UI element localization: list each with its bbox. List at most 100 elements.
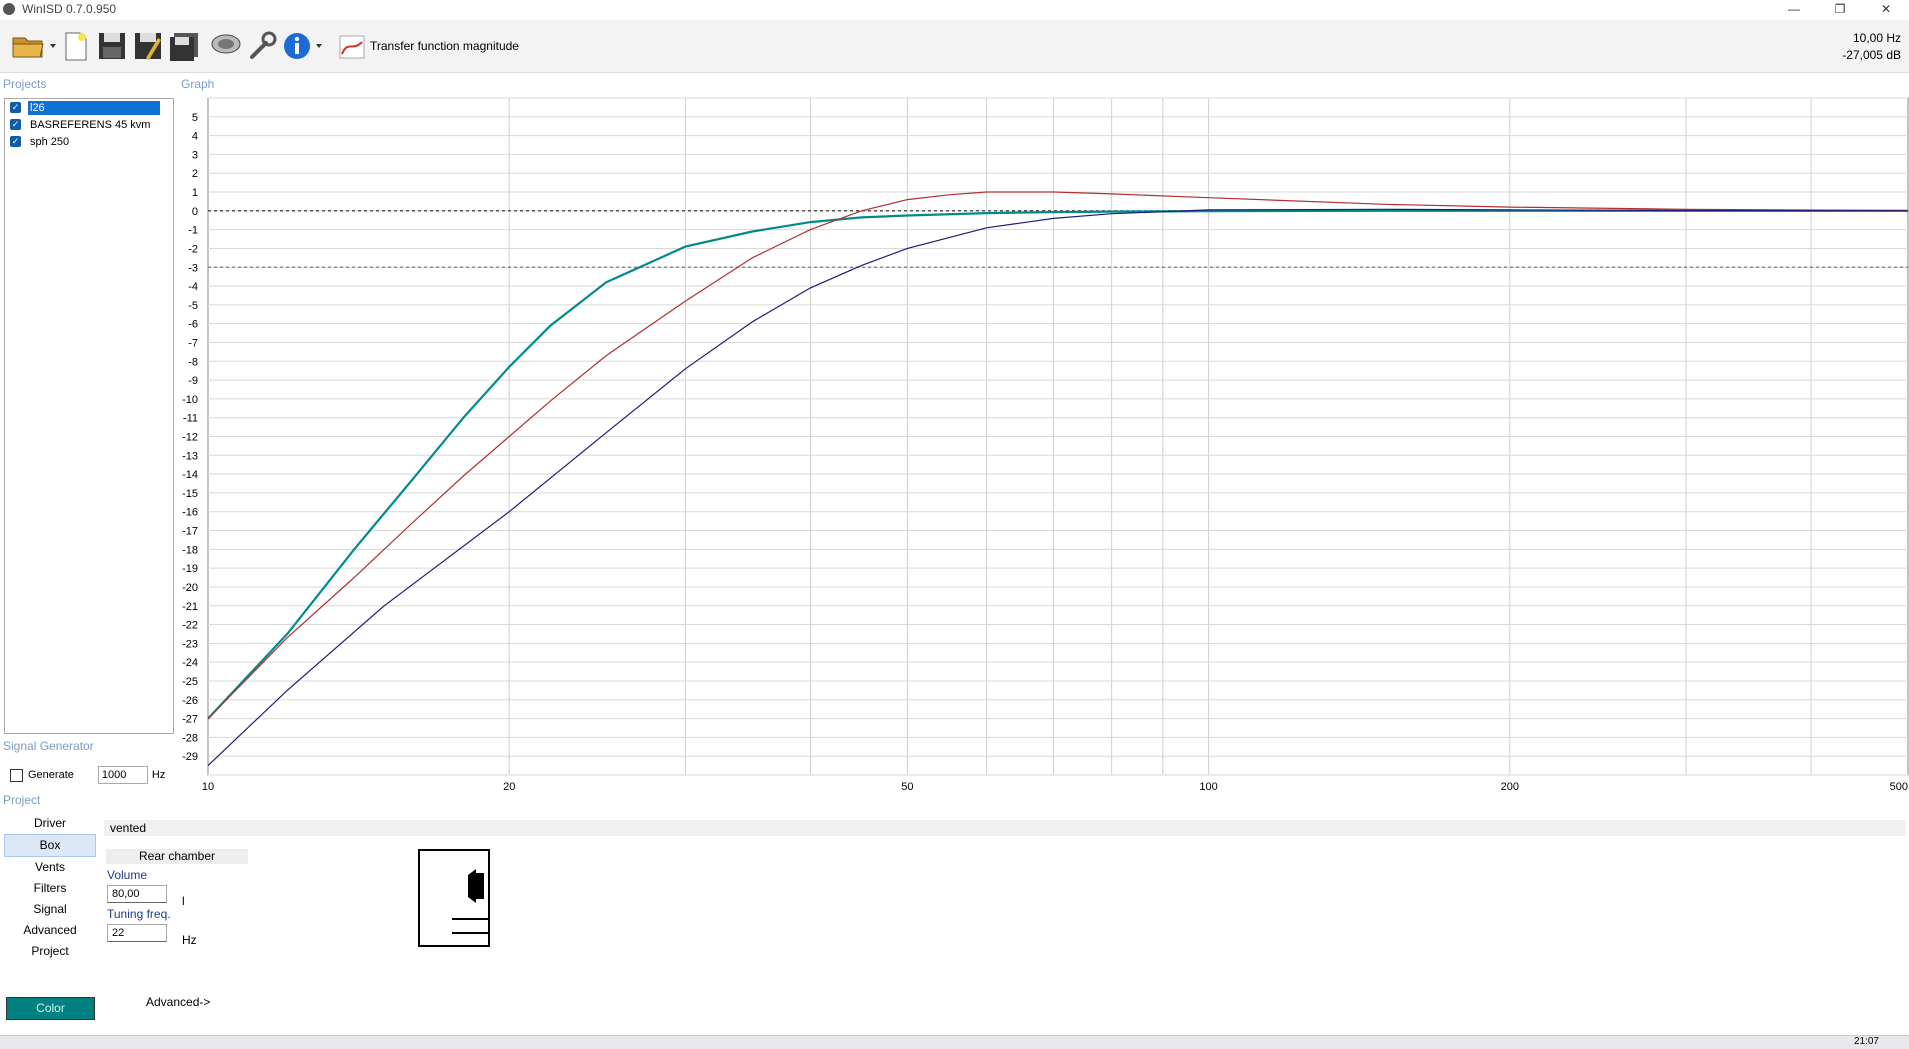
y-tick-label: 1 — [192, 187, 198, 199]
y-tick-label: -7 — [188, 337, 198, 349]
signal-frequency-unit: Hz — [151, 769, 166, 781]
x-tick-label: 100 — [1199, 781, 1217, 790]
y-tick-label: -11 — [183, 413, 198, 425]
y-tick-label: -24 — [182, 657, 198, 669]
project-section-label: Project — [3, 793, 41, 807]
save-all-icon[interactable] — [168, 30, 200, 62]
cursor-readout: 10,00 Hz -27,005 dB — [1842, 30, 1901, 64]
projects-label: Projects — [3, 77, 47, 91]
transfer-function-graph[interactable]: 5 4 3 2 1 0 -1 -2 -3 -4 -5 -6 -7 -8 -9 -10 -11 -12 -13 -14-… — [176, 80, 1909, 793]
y-tick-label: -22 — [182, 620, 198, 632]
project-item[interactable]: ✓ l26 — [5, 99, 173, 116]
y-tick-label: -25 — [182, 676, 198, 688]
graph-selector[interactable]: Transfer function magnitude — [370, 39, 519, 53]
box-panel: vented Rear chamber Volume l Tuning freq… — [98, 812, 1906, 1024]
window-controls: — ❐ ✕ — [1771, 0, 1909, 18]
nav-box[interactable]: Box — [4, 834, 96, 857]
volume-label: Volume — [107, 868, 148, 882]
y-tick-label: -10 — [182, 394, 198, 406]
project-name: l26 — [28, 100, 160, 115]
y-tick-label: -15 — [182, 488, 198, 500]
generate-checkbox[interactable] — [10, 768, 23, 782]
y-tick-label: -28 — [182, 732, 198, 744]
projects-list: ✓ l26 ✓ BASREFERENS 45 kvm ✓ sph 250 — [4, 98, 174, 734]
y-tick-label: -18 — [182, 544, 198, 556]
checkbox-checked-icon[interactable]: ✓ — [10, 136, 21, 147]
y-tick-label: -1 — [188, 225, 198, 237]
nav-advanced[interactable]: Advanced — [4, 920, 96, 941]
y-tick-label: -20 — [182, 582, 198, 594]
y-tick-label: 2 — [192, 168, 198, 180]
y-tick-label: -8 — [188, 356, 198, 368]
x-tick-label: 500 — [1890, 781, 1908, 790]
y-tick-label: 5 — [192, 112, 198, 124]
project-name: sph 250 — [30, 135, 70, 148]
app-icon — [3, 3, 15, 15]
toolbar: Transfer function magnitude 10,00 Hz -27… — [0, 20, 1909, 73]
save-as-icon[interactable] — [132, 30, 164, 62]
signal-frequency-input[interactable] — [97, 766, 148, 784]
y-tick-label: -13 — [182, 450, 198, 462]
tuning-freq-label: Tuning freq. — [107, 907, 171, 921]
open-folder-icon[interactable] — [10, 30, 58, 62]
advanced-link[interactable]: Advanced-> — [146, 995, 210, 1009]
checkbox-checked-icon[interactable]: ✓ — [10, 119, 21, 130]
nav-project[interactable]: Project — [4, 941, 96, 962]
y-tick-label: -21 — [182, 601, 198, 613]
y-tick-label: -14 — [182, 469, 198, 481]
taskbar-clock: 21:07 — [1853, 1036, 1879, 1047]
x-tick-label: 20 — [503, 781, 515, 790]
y-tick-label: 4 — [192, 131, 198, 143]
signal-generator-label: Signal Generator — [3, 739, 94, 753]
y-tick-label: -5 — [188, 300, 198, 312]
restore-button[interactable]: ❐ — [1817, 0, 1863, 18]
generate-label: Generate — [28, 769, 74, 781]
project-item[interactable]: ✓ BASREFERENS 45 kvm — [5, 116, 173, 133]
x-tick-label: 10 — [202, 781, 214, 790]
title-bar: WinISD 0.7.0.950 — ❐ ✕ — [0, 0, 1909, 18]
nav-vents[interactable]: Vents — [4, 857, 96, 878]
new-document-icon[interactable] — [62, 30, 90, 62]
y-tick-label: -29 — [182, 751, 198, 763]
nav-filters[interactable]: Filters — [4, 878, 96, 899]
y-tick-label: -27 — [182, 714, 198, 726]
tuning-freq-input[interactable] — [107, 924, 167, 942]
close-button[interactable]: ✕ — [1863, 0, 1909, 18]
taskbar: 21:07 — [0, 1035, 1909, 1049]
volume-input[interactable] — [107, 885, 167, 903]
nav-driver[interactable]: Driver — [4, 813, 96, 834]
box-type[interactable]: vented — [104, 820, 1906, 836]
window-title: WinISD 0.7.0.950 — [22, 2, 117, 16]
minimize-button[interactable]: — — [1771, 0, 1817, 18]
y-tick-label: -6 — [188, 319, 198, 331]
chart-svg[interactable]: 543210-1-2-3-4-5-6-7-8-9-10-11-12-13-14-… — [176, 80, 1909, 793]
x-tick-label: 200 — [1501, 781, 1519, 790]
cursor-frequency: 10,00 Hz — [1852, 31, 1901, 45]
y-tick-label: -9 — [188, 375, 198, 387]
info-icon[interactable] — [282, 30, 326, 62]
graph-icon[interactable] — [338, 30, 366, 62]
y-tick-label: -26 — [182, 695, 198, 707]
y-tick-label: 3 — [192, 149, 198, 161]
y-tick-label: -17 — [182, 526, 198, 538]
signal-generator: Generate Hz — [10, 766, 165, 784]
wrench-icon[interactable] — [246, 30, 278, 62]
y-tick-label: -19 — [182, 563, 198, 575]
tuning-freq-unit: Hz — [182, 933, 197, 947]
project-item[interactable]: ✓ sph 250 — [5, 133, 173, 150]
y-tick-label: -16 — [182, 507, 198, 519]
save-icon[interactable] — [96, 30, 128, 62]
color-button[interactable]: Color — [6, 997, 95, 1020]
y-tick-label: 0 — [192, 206, 198, 218]
checkbox-checked-icon[interactable]: ✓ — [10, 102, 21, 113]
nav-signal[interactable]: Signal — [4, 899, 96, 920]
rear-chamber-header: Rear chamber — [106, 849, 248, 864]
cursor-level: -27,005 dB — [1842, 48, 1901, 62]
vented-box-diagram-icon — [418, 849, 490, 947]
volume-unit: l — [182, 894, 185, 908]
project-nav: Driver Box Vents Filters Signal Advanced… — [4, 813, 96, 962]
y-tick-label: -3 — [188, 262, 198, 274]
y-tick-label: -2 — [188, 243, 198, 255]
driver-icon[interactable] — [210, 30, 242, 62]
y-tick-label: -23 — [182, 638, 198, 650]
